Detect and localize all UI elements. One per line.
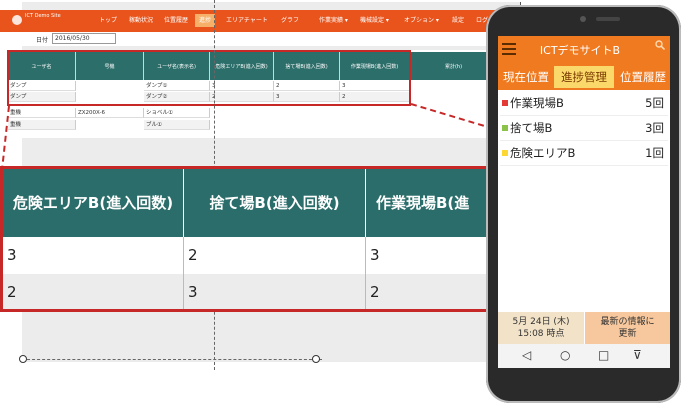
speaker-icon — [596, 17, 620, 21]
zoom-cell: 2 — [3, 274, 184, 309]
notification-icon[interactable]: ⊽ — [633, 348, 642, 362]
recent-apps-icon[interactable]: □ — [598, 348, 609, 362]
zoomed-table: 危険エリアB(進入回数) 捨て場B(進入回数) 作業現場B(進 3 2 3 2 … — [0, 166, 492, 312]
zoom-cell: 3 — [3, 237, 184, 274]
item-label: 作業現場B — [510, 96, 564, 110]
tab-position-history[interactable]: 位置履歴 — [616, 66, 670, 88]
back-icon[interactable]: ◁ — [522, 348, 531, 362]
list-item[interactable]: 危険エリアB 1回 — [500, 141, 668, 166]
hamburger-menu-icon[interactable] — [502, 40, 516, 56]
item-label: 捨て場B — [510, 121, 553, 135]
phone-title: ICTデモサイトB — [539, 44, 621, 57]
timestamp-time: 15:08 時点 — [517, 329, 565, 339]
timestamp: 5月 24日 (木) 15:08 時点 — [498, 312, 584, 344]
zoom-th-danger-area: 危険エリアB(進入回数) — [3, 169, 184, 237]
zoom-cell: 3 — [184, 274, 366, 309]
item-count: 1回 — [645, 146, 664, 160]
resize-handle[interactable] — [19, 355, 27, 363]
item-count: 5回 — [645, 96, 664, 110]
resize-handle[interactable] — [312, 355, 320, 363]
refresh-label-2: 更新 — [618, 329, 637, 339]
zoom-cell: 2 — [184, 237, 366, 274]
zoom-cell: 2 — [366, 274, 489, 309]
zoom-th-dump-site: 捨て場B(進入回数) — [184, 169, 366, 237]
search-icon[interactable] — [655, 40, 665, 50]
tab-current-position[interactable]: 現在位置 — [500, 66, 552, 88]
camera-icon — [580, 16, 586, 22]
green-dot-icon — [502, 125, 508, 131]
refresh-button[interactable]: 最新の情報に 更新 — [585, 312, 670, 344]
item-count: 3回 — [645, 121, 664, 135]
list-item[interactable]: 作業現場B 5回 — [500, 91, 668, 116]
zoom-cell: 3 — [366, 237, 489, 274]
refresh-label-1: 最新の情報に — [600, 317, 655, 327]
tab-progress[interactable]: 進捗管理 — [554, 66, 614, 88]
timestamp-date: 5月 24日 (木) — [512, 317, 570, 327]
home-icon[interactable]: ○ — [560, 348, 570, 362]
list-item[interactable]: 捨て場B 3回 — [500, 116, 668, 141]
zoom-th-work-site: 作業現場B(進 — [366, 169, 489, 237]
red-dot-icon — [502, 100, 508, 106]
item-label: 危険エリアB — [510, 146, 576, 160]
yellow-dot-icon — [502, 150, 508, 156]
